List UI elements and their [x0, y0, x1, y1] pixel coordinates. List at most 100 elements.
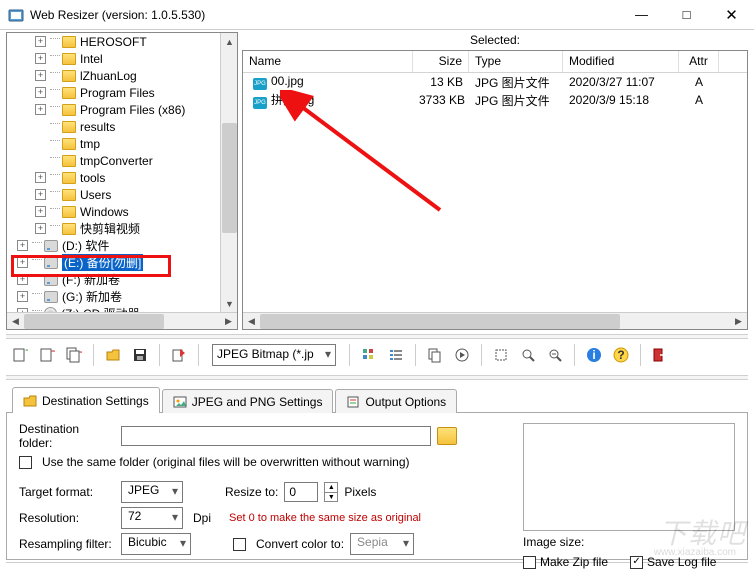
- save-button[interactable]: [128, 343, 152, 367]
- tree-item[interactable]: tools: [7, 169, 237, 186]
- tree-item[interactable]: tmp: [7, 135, 237, 152]
- file-type: JPG 图片文件: [469, 92, 563, 109]
- col-attr[interactable]: Attr: [679, 51, 719, 72]
- expand-icon[interactable]: [35, 87, 46, 98]
- folder-tree[interactable]: HEROSOFTIntellZhuanLogProgram FilesProgr…: [7, 33, 237, 329]
- crop-button[interactable]: [489, 343, 513, 367]
- tree-item[interactable]: lZhuanLog: [7, 67, 237, 84]
- play-button[interactable]: [450, 343, 474, 367]
- zoom-button[interactable]: [516, 343, 540, 367]
- settings-panel: Destination folder: Use the same folder …: [6, 412, 748, 560]
- tab-jpeg-png[interactable]: JPEG and PNG Settings: [162, 389, 334, 413]
- run-button[interactable]: [167, 343, 191, 367]
- options-icon: [346, 395, 360, 409]
- dest-folder-input[interactable]: [121, 426, 431, 446]
- file-list-body[interactable]: JPG00.jpg13 KBJPG 图片文件2020/3/27 11:07AJP…: [243, 73, 747, 109]
- tab-destination[interactable]: Destination Settings: [12, 387, 160, 413]
- tree-item-label: tmpConverter: [80, 154, 153, 168]
- make-zip-checkbox[interactable]: [523, 556, 536, 569]
- tree-item[interactable]: 快剪辑视频: [7, 220, 237, 237]
- scroll-up-icon[interactable]: ▲: [221, 33, 238, 50]
- minimize-button[interactable]: —: [619, 0, 664, 29]
- tree-item[interactable]: Users: [7, 186, 237, 203]
- tree-item-label: HEROSOFT: [80, 35, 147, 49]
- tree-scroll-thumb[interactable]: [222, 123, 237, 233]
- tree-item[interactable]: tmpConverter: [7, 152, 237, 169]
- help-button[interactable]: ?: [609, 343, 633, 367]
- resample-label: Resampling filter:: [19, 537, 115, 551]
- file-list-header[interactable]: Name Size Type Modified Attr: [243, 51, 747, 73]
- scroll-left-icon[interactable]: ◀: [7, 313, 24, 330]
- tab-destination-label: Destination Settings: [42, 394, 149, 408]
- col-name[interactable]: Name: [243, 51, 413, 72]
- tree-item[interactable]: Windows: [7, 203, 237, 220]
- tree-item[interactable]: (F:) 新加卷: [7, 271, 237, 288]
- remove-file-button[interactable]: −: [35, 343, 59, 367]
- zoom-out-button[interactable]: [543, 343, 567, 367]
- close-button[interactable]: ✕: [709, 0, 754, 29]
- format-combo[interactable]: JPEG Bitmap (*.jp: [212, 344, 336, 366]
- col-size[interactable]: Size: [413, 51, 469, 72]
- expand-icon[interactable]: [35, 104, 46, 115]
- scroll-right-icon[interactable]: ▶: [730, 313, 747, 330]
- scroll-right-icon[interactable]: ▶: [220, 313, 237, 330]
- target-format-combo[interactable]: JPEG: [121, 481, 183, 503]
- expand-icon[interactable]: [35, 172, 46, 183]
- save-log-checkbox[interactable]: [630, 556, 643, 569]
- expand-icon[interactable]: [35, 206, 46, 217]
- tree-item[interactable]: results: [7, 118, 237, 135]
- tree-item[interactable]: Program Files: [7, 84, 237, 101]
- expand-icon[interactable]: [35, 36, 46, 47]
- drive-icon: [44, 291, 58, 303]
- expand-icon[interactable]: [35, 70, 46, 81]
- tree-item[interactable]: (G:) 新加卷: [7, 288, 237, 305]
- convert-color-checkbox[interactable]: [233, 538, 246, 551]
- file-row[interactable]: JPG00.jpg13 KBJPG 图片文件2020/3/27 11:07A: [243, 73, 747, 91]
- scroll-down-icon[interactable]: ▼: [221, 295, 238, 312]
- expand-icon[interactable]: [35, 223, 46, 234]
- tree-item[interactable]: Program Files (x86): [7, 101, 237, 118]
- expand-icon[interactable]: [17, 291, 28, 302]
- exit-button[interactable]: [648, 343, 672, 367]
- tab-output[interactable]: Output Options: [335, 389, 457, 413]
- remove-all-button[interactable]: −: [62, 343, 86, 367]
- image-icon: [173, 395, 187, 409]
- col-type[interactable]: Type: [469, 51, 563, 72]
- folder-icon: [62, 87, 76, 99]
- maximize-button[interactable]: □: [664, 0, 709, 29]
- copy-button[interactable]: [423, 343, 447, 367]
- resize-input[interactable]: [284, 482, 318, 502]
- tree-item[interactable]: (E:) 备份[勿删]: [7, 254, 237, 271]
- tree-item[interactable]: HEROSOFT: [7, 33, 237, 50]
- toolbar: + − − JPEG Bitmap (*.jp i ?: [0, 339, 754, 371]
- spinner-icon[interactable]: ▲▼: [324, 482, 338, 502]
- tree-vscroll[interactable]: ▲ ▼: [220, 33, 237, 312]
- tree-hscroll-thumb[interactable]: [24, 314, 164, 329]
- file-attr: A: [679, 93, 719, 107]
- expand-icon[interactable]: [17, 274, 28, 285]
- view-list-button[interactable]: [384, 343, 408, 367]
- tree-item[interactable]: (D:) 软件: [7, 237, 237, 254]
- list-hscroll[interactable]: ◀ ▶: [243, 312, 747, 329]
- expand-icon[interactable]: [35, 189, 46, 200]
- col-modified[interactable]: Modified: [563, 51, 679, 72]
- file-row[interactable]: JPG拼接.jpg3733 KBJPG 图片文件2020/3/9 15:18A: [243, 91, 747, 109]
- jpg-file-icon: JPG: [253, 78, 267, 90]
- browse-folder-button[interactable]: [437, 427, 457, 445]
- add-file-button[interactable]: +: [8, 343, 32, 367]
- view-icons-button[interactable]: [357, 343, 381, 367]
- resample-combo[interactable]: Bicubic: [121, 533, 191, 555]
- expand-icon[interactable]: [35, 53, 46, 64]
- resolution-combo[interactable]: 72: [121, 507, 183, 529]
- list-hscroll-thumb[interactable]: [260, 314, 620, 329]
- expand-icon[interactable]: [17, 257, 28, 268]
- info-button[interactable]: i: [582, 343, 606, 367]
- same-folder-checkbox[interactable]: [19, 456, 32, 469]
- expand-icon[interactable]: [17, 240, 28, 251]
- tree-item[interactable]: Intel: [7, 50, 237, 67]
- open-button[interactable]: [101, 343, 125, 367]
- scroll-left-icon[interactable]: ◀: [243, 313, 260, 330]
- target-format-value: JPEG: [128, 483, 159, 497]
- tree-hscroll[interactable]: ◀ ▶: [7, 312, 237, 329]
- convert-color-combo[interactable]: Sepia: [350, 533, 414, 555]
